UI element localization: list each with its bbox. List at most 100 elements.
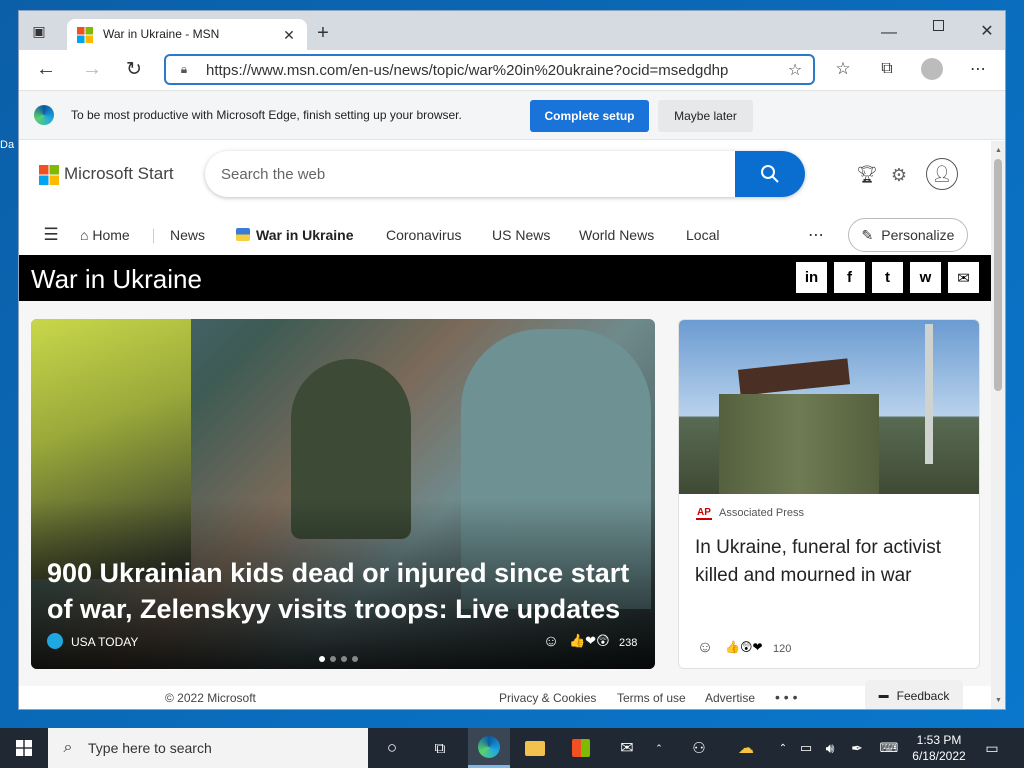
scroll-down-icon[interactable]: ▼ <box>995 697 1002 704</box>
side-story-source[interactable]: Associated Press <box>719 507 804 519</box>
feedback-icon: ▬ <box>878 690 889 701</box>
taskbar-edge-icon[interactable] <box>468 728 510 768</box>
site-footer: © 2022 Microsoft Privacy & Cookies Terms… <box>19 680 991 709</box>
weather-icon[interactable]: ☁ <box>734 728 758 768</box>
photo-soldiers <box>719 394 879 494</box>
lock-icon[interactable]: 🔒︎ <box>176 61 192 77</box>
rewards-trophy-icon[interactable]: 🏆︎ <box>855 163 879 187</box>
mail-icon[interactable]: ✉ <box>614 728 640 768</box>
cortana-icon[interactable]: ○ <box>380 728 404 768</box>
ukraine-flag-icon <box>236 228 250 241</box>
footer-privacy-link[interactable]: Privacy & Cookies <box>499 691 596 705</box>
usa-today-logo-icon <box>47 633 63 649</box>
scroll-up-icon[interactable]: ▲ <box>995 147 1002 154</box>
taskbar-search-input[interactable]: Type here to search <box>88 740 212 756</box>
address-bar[interactable]: 🔒︎ https://www.msn.com/en-us/news/topic/… <box>164 54 815 85</box>
search-button[interactable] <box>735 151 805 197</box>
side-story-card[interactable]: AP Associated Press In Ukraine, funeral … <box>678 319 980 669</box>
keyboard-icon[interactable]: ⌨ <box>876 728 902 768</box>
hero-headline[interactable]: 900 Ukrainian kids dead or injured since… <box>47 555 637 627</box>
home-icon: ⌂ <box>80 227 93 243</box>
side-story-headline[interactable]: In Ukraine, funeral for activist killed … <box>695 534 971 590</box>
side-add-reaction-icon[interactable]: ☺ <box>695 638 715 658</box>
maximize-icon[interactable] <box>933 20 944 31</box>
maybe-later-button[interactable]: Maybe later <box>658 100 753 132</box>
taskbar-scroll-icon[interactable]: ⌃ <box>652 728 666 768</box>
hamburger-menu-icon[interactable]: ☰ <box>41 225 61 245</box>
web-search-box[interactable]: Search the web <box>205 151 805 197</box>
show-hidden-icons[interactable]: ⌃ <box>776 728 790 768</box>
taskbar: ⌕ Type here to search ○ ⧉ ✉ ⌃ ⚇ ☁ ⌃ ▭ 🔊︎… <box>0 728 1024 768</box>
ap-badge: AP <box>696 506 712 520</box>
close-tab-icon[interactable]: ✕ <box>279 25 299 45</box>
hero-reaction-count: 238 <box>619 637 638 649</box>
forward-icon[interactable]: → <box>81 58 103 80</box>
nav-local[interactable]: Local <box>686 213 719 257</box>
feedback-button[interactable]: ▬ Feedback <box>865 680 963 709</box>
gear-icon[interactable]: ⚙ <box>887 163 911 187</box>
refresh-icon[interactable]: ↻ <box>123 58 145 80</box>
search-input[interactable]: Search the web <box>221 166 325 183</box>
profile-avatar[interactable] <box>921 58 943 80</box>
hero-reaction-emojis: 👍❤😲 <box>569 633 610 648</box>
taskbar-search-icon: ⌕ <box>63 739 73 756</box>
task-view-icon[interactable]: ⧉ <box>428 728 452 768</box>
back-icon[interactable]: ← <box>35 58 57 80</box>
search-icon <box>761 165 779 183</box>
network-icon[interactable]: ▭ <box>796 728 816 768</box>
close-window-icon[interactable]: ✕ <box>977 21 997 41</box>
add-reaction-icon[interactable]: ☺ <box>541 632 561 652</box>
taskbar-search-box[interactable]: ⌕ Type here to search <box>48 728 368 768</box>
footer-copyright: © 2022 Microsoft <box>165 691 256 705</box>
personalize-button[interactable]: ✎ Personalize <box>848 218 968 252</box>
url-text[interactable]: https://www.msn.com/en-us/news/topic/war… <box>206 62 728 79</box>
volume-icon[interactable]: 🔊︎ <box>820 728 840 768</box>
email-share-icon[interactable]: ✉ <box>948 262 979 293</box>
nav-us-news[interactable]: US News <box>492 213 550 257</box>
desktop-icon-label[interactable]: Da <box>0 138 16 178</box>
tab-actions-icon[interactable]: ▣ <box>29 21 49 41</box>
minimize-icon[interactable]: — <box>879 23 899 43</box>
side-reaction-count: 120 <box>773 643 792 655</box>
page-scrollbar[interactable]: ▲ ▼ <box>991 141 1005 709</box>
nav-coronavirus[interactable]: Coronavirus <box>386 213 461 257</box>
people-icon[interactable]: ⚇ <box>688 728 710 768</box>
tab-title: War in Ukraine - MSN <box>103 27 220 41</box>
twitter-share-icon[interactable]: t <box>872 262 903 293</box>
infobar-message: To be most productive with Microsoft Edg… <box>71 108 462 122</box>
pen-icon[interactable]: ✒ <box>846 728 868 768</box>
linkedin-share-icon[interactable]: in <box>796 262 827 293</box>
collections-icon[interactable]: ⧉ <box>876 58 898 80</box>
footer-terms-link[interactable]: Terms of use <box>617 691 686 705</box>
nav-world-news[interactable]: World News <box>579 213 654 257</box>
microsoft-logo-icon[interactable] <box>39 165 59 185</box>
notifications-icon[interactable]: ▭ <box>980 728 1004 768</box>
file-explorer-icon[interactable] <box>522 728 548 768</box>
carousel-dots[interactable] <box>319 656 358 662</box>
nav-war-in-ukraine[interactable]: War in Ukraine <box>236 213 354 257</box>
nav-divider <box>153 229 154 243</box>
favorites-icon[interactable]: ☆ <box>832 58 854 80</box>
brand-name[interactable]: Microsoft Start <box>64 164 174 184</box>
hero-source[interactable]: USA TODAY <box>71 635 138 649</box>
tab-war-in-ukraine[interactable]: War in Ukraine - MSN ✕ <box>67 19 307 50</box>
nav-more-icon[interactable]: ⋯ <box>805 225 827 245</box>
setup-infobar: To be most productive with Microsoft Edg… <box>19 90 1005 140</box>
complete-setup-button[interactable]: Complete setup <box>530 100 649 132</box>
nav-home[interactable]: ⌂ Home <box>80 213 130 257</box>
nav-news[interactable]: News <box>170 213 205 257</box>
footer-advertise-link[interactable]: Advertise <box>705 691 755 705</box>
add-favorite-icon[interactable]: ☆ <box>784 60 806 80</box>
clock[interactable]: 1:53 PM 6/18/2022 <box>908 732 970 764</box>
facebook-share-icon[interactable]: f <box>834 262 865 293</box>
browser-toolbar: ← → ↻ 🔒︎ https://www.msn.com/en-us/news/… <box>19 50 1005 90</box>
hero-story-card[interactable]: 900 Ukrainian kids dead or injured since… <box>31 319 655 669</box>
scroll-thumb[interactable] <box>994 159 1002 391</box>
account-icon[interactable]: 👤︎ <box>926 158 958 190</box>
settings-more-icon[interactable]: ⋯ <box>967 58 989 80</box>
whatsapp-share-icon[interactable]: w <box>910 262 941 293</box>
new-tab-icon[interactable]: + <box>313 22 333 44</box>
footer-more-icon[interactable]: • • • <box>775 689 797 705</box>
microsoft-store-icon[interactable] <box>568 728 594 768</box>
start-windows-icon[interactable] <box>16 740 32 756</box>
